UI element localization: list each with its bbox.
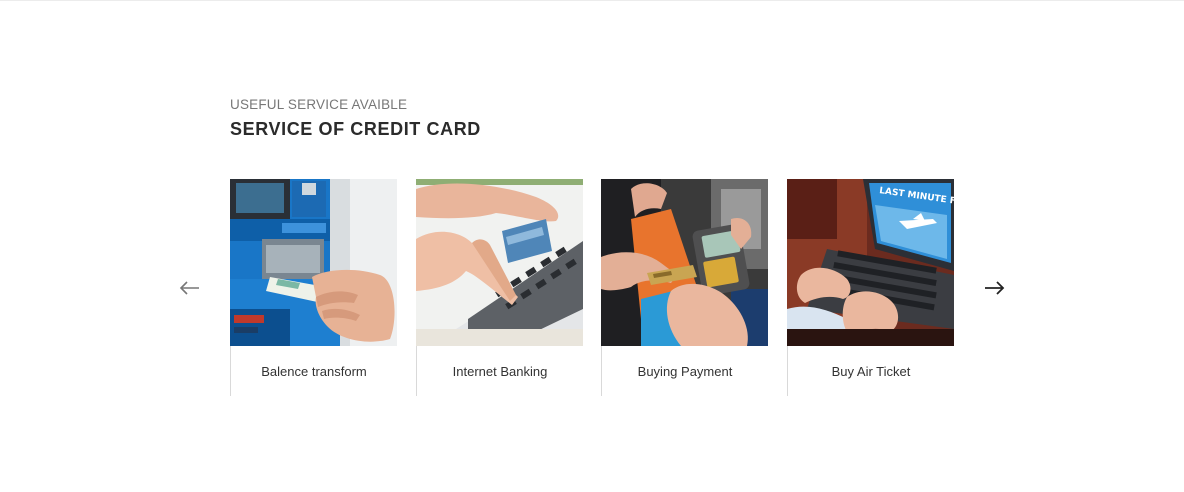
service-card-buying-payment[interactable]: Buying Payment (601, 179, 768, 396)
card-caption: Buy Air Ticket (787, 346, 954, 396)
service-carousel: Balence transform Internet Banking Buyin… (230, 179, 954, 397)
card-terminal-photo (601, 179, 768, 346)
service-card-buy-air-ticket[interactable]: LAST MINUTE FLIGHT Buy Air Ticket (787, 179, 954, 396)
atm-card-photo (230, 179, 397, 346)
flight-laptop-photo: LAST MINUTE FLIGHT (787, 179, 954, 346)
carousel-next-button[interactable] (981, 276, 1007, 300)
arrow-right-icon (985, 281, 1005, 295)
service-card-internet-banking[interactable]: Internet Banking (416, 179, 583, 396)
card-label: Buy Air Ticket (831, 364, 911, 379)
laptop-card-photo (416, 179, 583, 346)
card-label: Buying Payment (637, 364, 733, 379)
card-caption: Buying Payment (601, 346, 768, 396)
service-card-balance-transfer[interactable]: Balence transform (230, 179, 397, 396)
section-eyebrow: USEFUL SERVICE AVAIBLE (230, 97, 408, 112)
card-caption: Internet Banking (416, 346, 583, 396)
card-caption: Balence transform (230, 346, 397, 396)
top-divider (0, 0, 1184, 1)
card-label: Internet Banking (452, 364, 548, 379)
arrow-left-icon (179, 281, 199, 295)
carousel-prev-button[interactable] (177, 276, 203, 300)
section-title: SERVICE OF CREDIT CARD (230, 119, 481, 139)
card-label: Balence transform (261, 364, 367, 379)
